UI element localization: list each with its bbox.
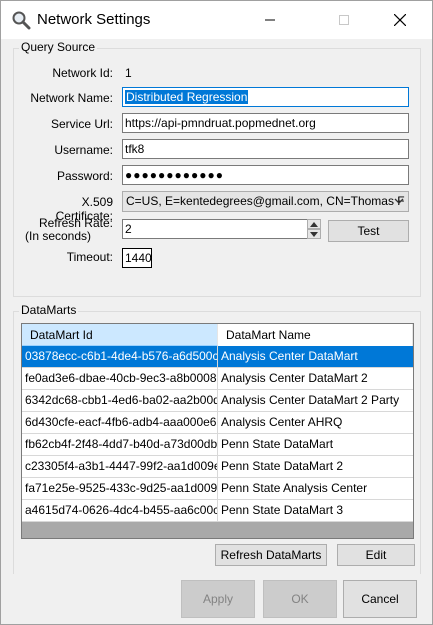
network-id-value: 1 bbox=[125, 66, 132, 80]
datamart-name-cell: Analysis Center DataMart 2 bbox=[221, 371, 368, 385]
datamart-id-cell: fe0ad3e6-dbae-40cb-9ec3-a8b00089... bbox=[22, 368, 218, 389]
refresh-rate-label: Refresh Rate: (In seconds) bbox=[21, 217, 113, 243]
table-row[interactable]: c23305f4-a3b1-4447-99f2-aa1d009e... Penn… bbox=[22, 456, 413, 478]
datamart-id-cell: c23305f4-a3b1-4447-99f2-aa1d009e... bbox=[22, 456, 218, 477]
refresh-rate-spinner[interactable] bbox=[307, 219, 321, 239]
arrow-down-icon bbox=[310, 231, 318, 237]
service-url-input[interactable]: https://api-pmndruat.popmednet.org bbox=[122, 113, 409, 133]
window-title: Network Settings bbox=[37, 11, 151, 28]
datamart-id-cell: 6342dc68-cbb1-4ed6-ba02-aa2b00df... bbox=[22, 390, 218, 411]
datamart-name-cell: Analysis Center DataMart bbox=[221, 349, 358, 363]
spin-down-button[interactable] bbox=[307, 229, 321, 239]
datamart-name-cell: Penn State DataMart 3 bbox=[221, 503, 344, 517]
table-row[interactable]: 6d430cfe-eacf-4fb6-adb4-aaa000e6b... Ana… bbox=[22, 412, 413, 434]
minimize-icon bbox=[265, 19, 275, 21]
table-row[interactable]: fe0ad3e6-dbae-40cb-9ec3-a8b00089... Anal… bbox=[22, 368, 413, 390]
username-input[interactable]: tfk8 bbox=[122, 139, 409, 159]
datamarts-grid[interactable]: DataMart Id DataMart Name 03878ecc-c6b1-… bbox=[21, 323, 414, 539]
close-button[interactable] bbox=[377, 1, 423, 39]
test-button[interactable]: Test bbox=[328, 220, 409, 242]
minimize-button[interactable] bbox=[247, 1, 293, 39]
network-name-value: Distributed Regression bbox=[125, 90, 249, 104]
datamart-id-cell: 03878ecc-c6b1-4de4-b576-a6d500c... bbox=[22, 346, 218, 367]
table-row[interactable]: a4615d74-0626-4dc4-b455-aa6c00c... Penn … bbox=[22, 500, 413, 522]
timeout-input[interactable]: 1440 bbox=[122, 248, 152, 268]
dialog-footer: Apply OK Cancel bbox=[1, 574, 432, 624]
table-row[interactable]: fa71e25e-9525-433c-9d25-aa1d009f... Penn… bbox=[22, 478, 413, 500]
password-input[interactable]: ●●●●●●●●●●●● bbox=[122, 165, 409, 185]
query-source-label: Query Source bbox=[19, 40, 98, 54]
arrow-up-icon bbox=[310, 221, 318, 227]
edit-button[interactable]: Edit bbox=[337, 544, 415, 566]
network-name-label: Network Name: bbox=[30, 91, 113, 105]
datamart-name-cell: Penn State DataMart bbox=[221, 437, 334, 451]
refresh-datamarts-button[interactable]: Refresh DataMarts bbox=[215, 544, 327, 566]
network-name-input[interactable]: Distributed Regression bbox=[122, 87, 409, 107]
username-label: Username: bbox=[54, 143, 113, 157]
spin-up-button[interactable] bbox=[307, 219, 321, 229]
grid-header: DataMart Id DataMart Name bbox=[22, 324, 413, 346]
datamart-id-cell: fb62cb4f-2f48-4dd7-b40d-a73d00dba... bbox=[22, 434, 218, 455]
datamart-name-cell: Penn State Analysis Center bbox=[221, 481, 368, 495]
datamart-name-cell: Penn State DataMart 2 bbox=[221, 459, 344, 473]
datamarts-label: DataMarts bbox=[19, 303, 79, 317]
service-url-label: Service Url: bbox=[50, 117, 113, 131]
table-row[interactable]: 6342dc68-cbb1-4ed6-ba02-aa2b00df... Anal… bbox=[22, 390, 413, 412]
maximize-button bbox=[321, 1, 367, 39]
chevron-down-icon bbox=[394, 198, 404, 204]
title-bar: Network Settings bbox=[1, 1, 432, 39]
maximize-icon bbox=[339, 15, 349, 25]
refresh-rate-input[interactable]: 2 bbox=[122, 219, 321, 239]
magnifier-icon bbox=[12, 11, 31, 30]
network-settings-window: Network Settings Query Source Network Id… bbox=[0, 0, 433, 625]
table-row[interactable]: fb62cb4f-2f48-4dd7-b40d-a73d00dba... Pen… bbox=[22, 434, 413, 456]
datamart-id-cell: fa71e25e-9525-433c-9d25-aa1d009f... bbox=[22, 478, 218, 499]
table-row[interactable]: 03878ecc-c6b1-4de4-b576-a6d500c... Analy… bbox=[22, 346, 413, 368]
apply-button[interactable]: Apply bbox=[181, 580, 255, 618]
ok-button[interactable]: OK bbox=[263, 580, 337, 618]
column-header-id[interactable]: DataMart Id bbox=[22, 324, 218, 346]
certificate-value: C=US, E=kentedegrees@gmail.com, CN=Thoma… bbox=[126, 194, 409, 208]
cancel-button[interactable]: Cancel bbox=[343, 580, 417, 618]
datamart-name-cell: Analysis Center AHRQ bbox=[221, 415, 343, 429]
datamart-id-cell: 6d430cfe-eacf-4fb6-adb4-aaa000e6b... bbox=[22, 412, 218, 433]
timeout-label: Timeout: bbox=[66, 250, 113, 264]
network-id-label: Network Id: bbox=[52, 66, 113, 80]
refresh-rate-label-line2: (In seconds) bbox=[25, 229, 92, 243]
certificate-select[interactable]: C=US, E=kentedegrees@gmail.com, CN=Thoma… bbox=[122, 191, 409, 212]
close-icon bbox=[394, 14, 406, 26]
datamart-name-cell: Analysis Center DataMart 2 Party bbox=[221, 393, 400, 407]
password-label: Password: bbox=[56, 169, 113, 183]
column-header-name[interactable]: DataMart Name bbox=[218, 324, 413, 346]
datamart-id-cell: a4615d74-0626-4dc4-b455-aa6c00c... bbox=[22, 500, 218, 521]
